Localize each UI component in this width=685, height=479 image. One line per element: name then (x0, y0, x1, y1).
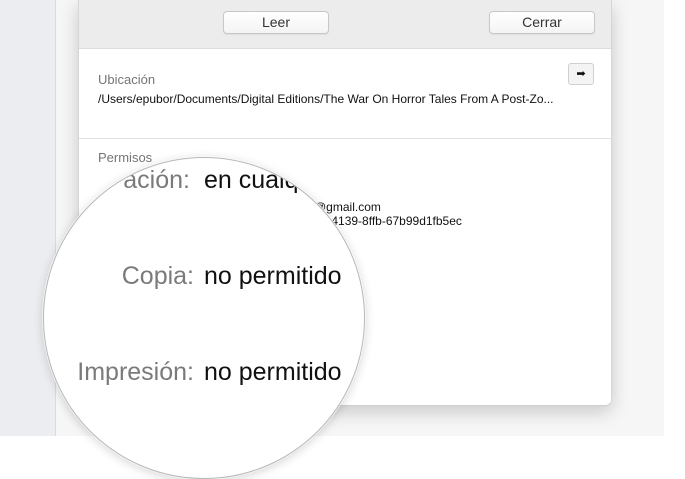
permissions-label: Permisos (98, 150, 153, 165)
reveal-location-button[interactable]: ➡ (568, 63, 594, 85)
read-button[interactable]: Leer (223, 11, 329, 34)
close-button[interactable]: Cerrar (489, 11, 595, 34)
print-permission-key: Impresión: (77, 358, 194, 386)
arrow-right-icon: ➡ (576, 68, 586, 80)
section-divider (79, 138, 611, 139)
location-label: Ubicación (98, 72, 156, 87)
magnified-location-key: ación: (123, 166, 190, 194)
magnifier-lens: ación: en cualq Copia: no permitido Impr… (43, 157, 365, 479)
dialog-toolbar: Leer Cerrar (79, 0, 611, 49)
location-path: /Users/epubor/Documents/Digital Editions… (98, 92, 554, 106)
magnified-location-value: en cualq (204, 166, 299, 194)
copy-permission-key: Copia: (121, 262, 194, 290)
copy-permission-value: no permitido (204, 262, 342, 290)
print-permission-value: no permitido (204, 358, 342, 386)
